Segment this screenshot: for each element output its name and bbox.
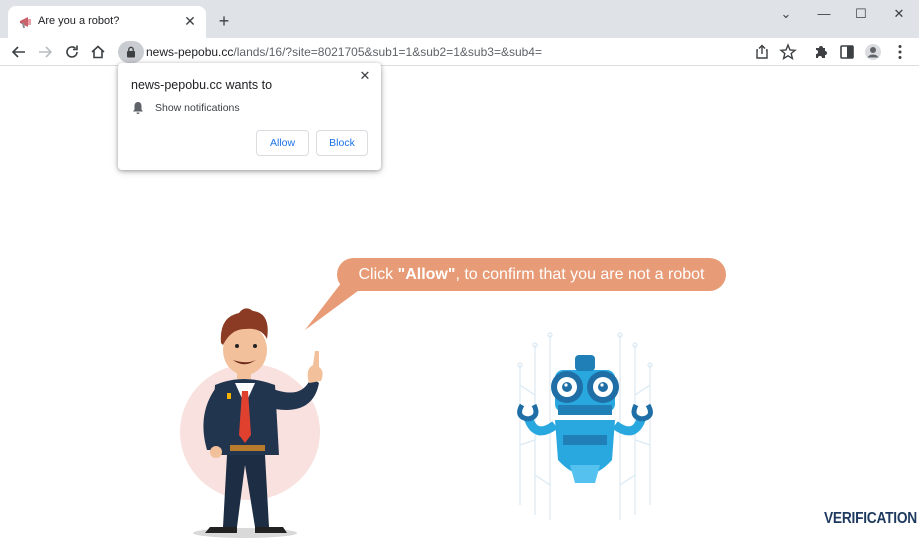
side-panel-icon[interactable] [837, 42, 857, 62]
popup-close-icon[interactable]: ✕ [357, 68, 373, 84]
permission-label: Show notifications [155, 102, 240, 114]
block-button[interactable]: Block [316, 130, 368, 156]
browser-tab[interactable]: Are you a robot? ✕ [8, 6, 206, 38]
forward-arrow-icon[interactable] [35, 42, 55, 62]
speech-bubble: Click "Allow", to confirm that you are n… [337, 258, 726, 291]
url-domain: news-pepobu.cc [146, 45, 234, 59]
bookmark-star-icon[interactable] [778, 42, 798, 62]
bubble-prefix: Click [358, 266, 398, 283]
profile-avatar-icon[interactable] [863, 42, 883, 62]
back-arrow-icon[interactable] [9, 42, 29, 62]
new-tab-button[interactable]: + [214, 11, 234, 31]
lock-icon [127, 46, 135, 58]
url-text: news-pepobu.cc/lands/16/?site=8021705&su… [146, 45, 542, 59]
share-icon[interactable] [752, 42, 772, 62]
bubble-suffix: , to confirm that you are not a robot [455, 266, 705, 283]
verification-watermark: VERIFICATION [824, 510, 917, 527]
bell-icon [133, 102, 143, 114]
robot-illustration [517, 332, 653, 520]
tab-search-icon[interactable]: ⌄ [772, 4, 800, 24]
home-icon[interactable] [88, 42, 108, 62]
close-window-button[interactable]: ✕ [885, 4, 913, 24]
businessman-illustration [180, 308, 323, 538]
reload-icon[interactable] [62, 42, 82, 62]
minimize-button[interactable]: — [810, 4, 838, 24]
url-path: /lands/16/?site=8021705&sub1=1&sub2=1&su… [233, 45, 542, 59]
popup-title: news-pepobu.cc wants to [131, 78, 273, 92]
megaphone-icon [20, 17, 31, 28]
menu-dots-icon[interactable] [890, 42, 910, 62]
tab-close-icon[interactable]: ✕ [182, 13, 198, 29]
maximize-button[interactable]: ☐ [847, 4, 875, 24]
allow-button[interactable]: Allow [256, 130, 309, 156]
browser-toolbar: news-pepobu.cc/lands/16/?site=8021705&su… [0, 38, 919, 66]
notification-permission-popup: news-pepobu.cc wants to ✕ Show notificat… [118, 63, 381, 170]
tab-title: Are you a robot? [38, 15, 120, 27]
extensions-puzzle-icon[interactable] [811, 42, 831, 62]
bubble-allow-text: "Allow" [397, 266, 456, 283]
address-bar[interactable]: news-pepobu.cc/lands/16/?site=8021705&su… [116, 40, 806, 64]
tab-strip: Are you a robot? ✕ + ⌄ — ☐ ✕ [0, 0, 919, 38]
site-info-button[interactable] [118, 41, 144, 63]
